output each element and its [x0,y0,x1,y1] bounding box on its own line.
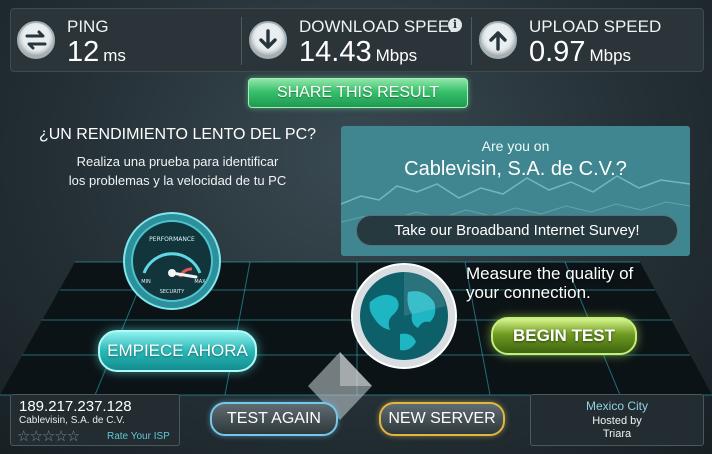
ping-stat: PING 12 ms [11,9,241,71]
pc-performance-promo: ¿UN RENDIMIENTO LENTO DEL PC? Realiza un… [25,116,330,378]
isp-survey-ad: Are you on Cablevisin, S.A. de C.V.? Tak… [341,126,690,256]
ping-label: PING [67,17,109,36]
divider [241,17,242,65]
globe-icon [351,263,457,369]
rate-isp-link[interactable]: Rate Your ISP [107,431,170,442]
upload-label: UPLOAD SPEED [529,17,662,36]
promo-subtitle-line: los problemas y la velocidad de tu PC [68,173,287,188]
download-label: DOWNLOAD SPEED [299,17,462,36]
ping-arrows-icon [17,21,55,59]
empiece-ahora-button[interactable]: EMPIECE AHORA [98,330,257,372]
download-unit: Mbps [375,46,418,65]
promo-subtitle-line: Realiza una prueba para identificar [76,154,279,169]
begin-test-button[interactable]: BEGIN TEST [491,317,637,355]
ping-unit: ms [103,46,126,65]
broadband-survey-button[interactable]: Take our Broadband Internet Survey! [356,215,678,246]
info-icon[interactable]: i [448,18,462,32]
upload-value: 0.97 Mbps [529,36,632,68]
client-isp: Cablevisin, S.A. de C.V. [19,415,125,426]
client-info: 189.217.237.128 Cablevisin, S.A. de C.V.… [10,394,180,446]
survey-isp-name: Cablevisin, S.A. de C.V.? [404,158,627,180]
gauge-top-label: PERFORMANCE [149,236,195,243]
download-stat: DOWNLOAD SPEED i 14.43 Mbps [243,9,471,71]
speedtest-app: PING 12 ms DOWNLOAD SPEED i 14.43 Mbps UPL… [0,0,712,454]
host-name: Triara [602,428,632,440]
test-again-button[interactable]: TEST AGAIN [210,402,338,436]
measure-quality-text: Measure the quality of your connection. [466,264,696,302]
measure-line: Measure the quality of [466,264,634,283]
upload-unit: Mbps [589,46,632,65]
gauge-min-label: MIN [141,279,151,285]
ip-address: 189.217.237.128 [19,398,132,415]
gauge-max-label: MAX [194,279,206,285]
promo-subtitle: Realiza una prueba para identificar los … [25,152,330,190]
server-info: Mexico City Hosted by Triara [530,394,704,446]
performance-gauge-icon: PERFORMANCE MIN MAX SECURITY [123,212,221,310]
results-bar: PING 12 ms DOWNLOAD SPEED i 14.43 Mbps UPL… [10,8,704,72]
rating-stars-icon[interactable]: ☆☆☆☆☆ [17,427,80,445]
hosted-by-label: Hosted by [592,415,642,427]
survey-question: Are you on [481,138,550,154]
server-city: Mexico City [585,399,648,413]
upload-stat: UPLOAD SPEED 0.97 Mbps [473,9,701,71]
divider [471,17,472,65]
gauge-bottom-label: SECURITY [160,289,185,295]
upload-arrow-icon [479,21,517,59]
bottom-bar: 189.217.237.128 Cablevisin, S.A. de C.V.… [10,392,704,448]
measure-line: your connection. [466,283,591,302]
new-server-button[interactable]: NEW SERVER [379,402,505,436]
promo-title: ¿UN RENDIMIENTO LENTO DEL PC? [38,126,317,143]
share-result-button[interactable]: SHARE THIS RESULT [248,78,468,108]
download-value: 14.43 Mbps [299,36,418,68]
ping-value: 12 ms [67,36,126,68]
download-arrow-icon [249,21,287,59]
